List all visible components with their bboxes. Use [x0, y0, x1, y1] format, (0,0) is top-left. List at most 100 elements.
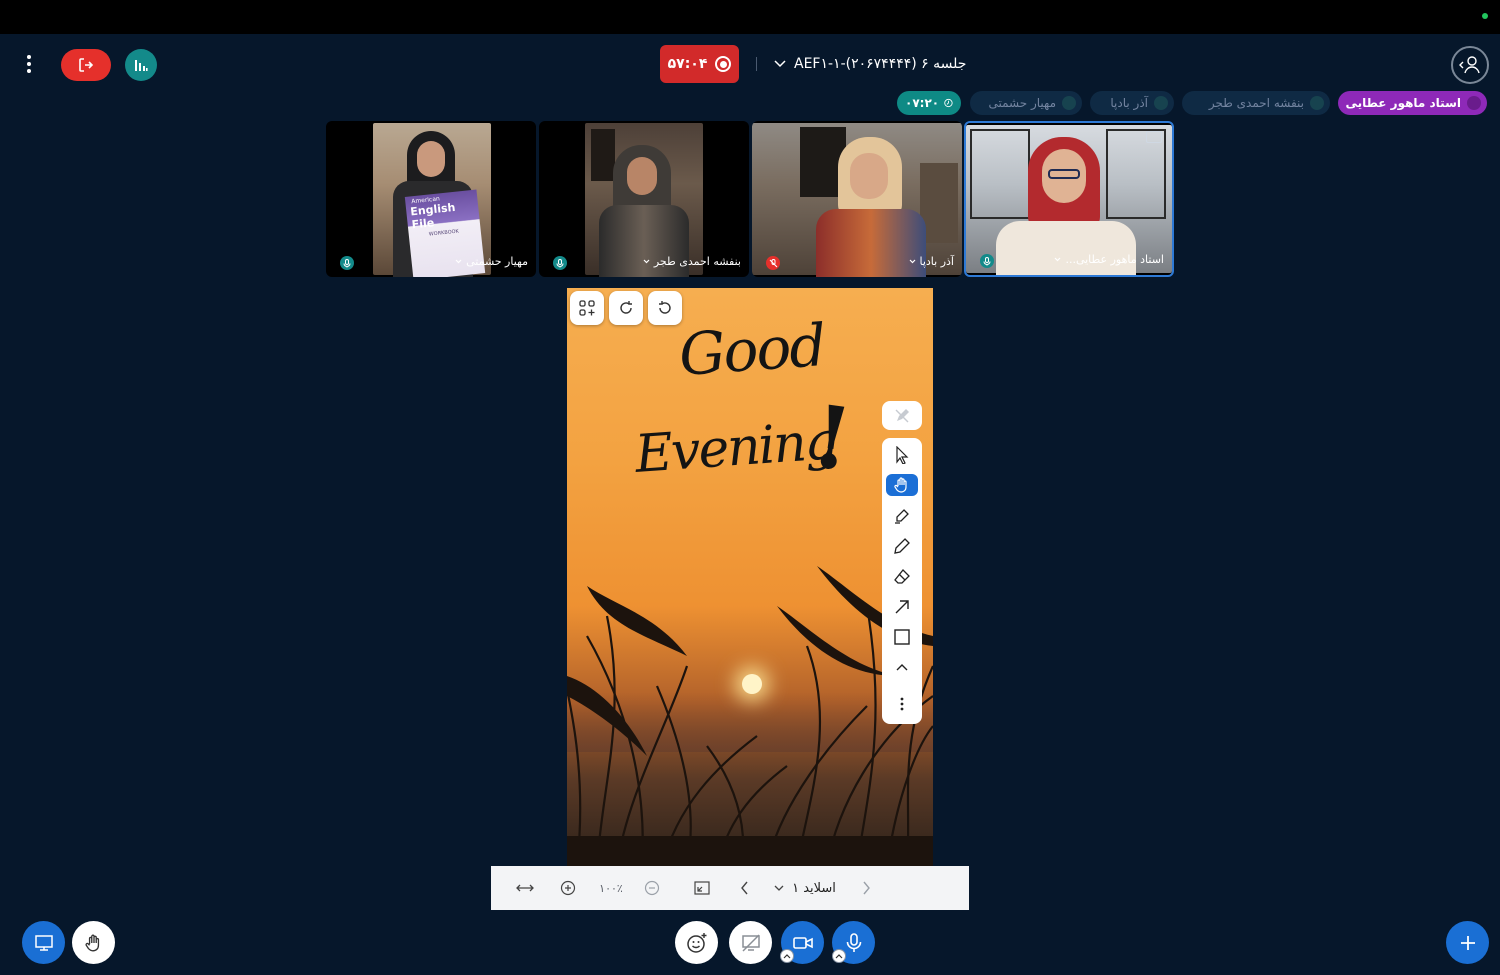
stats-button[interactable] — [125, 49, 157, 81]
glasses — [1048, 169, 1080, 179]
person-body — [996, 221, 1136, 275]
chevron-down-icon — [455, 259, 462, 264]
video-feed — [966, 125, 1172, 275]
fit-width-icon — [516, 884, 534, 892]
audio-options-toggle[interactable] — [832, 949, 846, 963]
pencil-icon — [894, 538, 910, 555]
leave-meeting-button[interactable] — [61, 49, 111, 81]
mic-muted-icon — [766, 256, 780, 270]
mic-icon — [340, 256, 354, 270]
breakout-timer[interactable]: ۰۷:۲۰ — [897, 91, 961, 115]
fit-width-button[interactable] — [513, 866, 537, 910]
undo-button[interactable] — [648, 291, 682, 325]
timer-value: ۰۷:۲۰ — [905, 96, 940, 110]
video-tile[interactable]: بنفشه احمدی طجر — [539, 121, 749, 277]
participant-chip[interactable]: مهیار حشمتی — [970, 91, 1082, 115]
recording-indicator[interactable]: ۵۷:۰۴ — [660, 45, 739, 83]
chevron-up-icon — [896, 664, 908, 671]
participant-chip[interactable]: استاد ماهور عطایی — [1338, 91, 1487, 115]
screen-share-off-icon — [741, 933, 760, 952]
slide-selector[interactable]: اسلاید ۱ — [765, 866, 845, 910]
participant-chip[interactable]: بنفشه احمدی طجر — [1182, 91, 1330, 115]
select-tool[interactable] — [886, 444, 918, 466]
current-slide-label: اسلاید ۱ — [792, 880, 836, 896]
video-camera-icon — [792, 936, 813, 949]
apps-button[interactable] — [570, 291, 604, 325]
redo-button[interactable] — [609, 291, 643, 325]
more-tools-toggle[interactable] — [886, 657, 918, 679]
video-tile[interactable]: آذر بادپا — [752, 121, 962, 277]
presentation-button[interactable] — [22, 921, 65, 964]
arrow-tool[interactable] — [886, 596, 918, 618]
participants-bar: استاد ماهور عطایی بنفشه احمدی طجر آذر با… — [895, 91, 1487, 115]
vertical-dots-icon — [900, 697, 904, 711]
participant-name: بنفشه احمدی طجر — [653, 255, 741, 268]
participant-name: مهیار حشمتی — [466, 255, 528, 268]
clock-icon — [944, 98, 953, 108]
chevron-down-icon — [774, 60, 786, 68]
session-title-dropdown[interactable]: جلسه ۶ (۲۰۶۷۴۴۴۴)-AEF۱-۱ — [774, 52, 966, 76]
toolbar-options[interactable] — [886, 693, 918, 715]
person-face — [850, 153, 888, 199]
raise-hand-button[interactable] — [72, 921, 115, 964]
hide-presentation-button[interactable] — [691, 866, 713, 910]
video-tile-name: مهیار حشمتی — [455, 255, 528, 268]
video-tile-active-speaker[interactable]: استاد ماهور عطایی... — [964, 121, 1174, 277]
arrow-icon — [895, 600, 909, 614]
window-top-strip — [0, 0, 1500, 34]
presentation-slide[interactable]: Good Evening ! — [567, 288, 933, 866]
rectangle-tool[interactable] — [886, 626, 918, 648]
chevron-down-icon — [643, 259, 650, 264]
chevron-up-icon — [835, 953, 843, 958]
camera-options-toggle[interactable] — [780, 949, 794, 963]
screen-share-button[interactable] — [729, 921, 772, 964]
previous-slide-button[interactable] — [855, 866, 877, 910]
zoom-out-button[interactable] — [641, 866, 663, 910]
hand-tool[interactable] — [886, 474, 918, 497]
user-list-toggle[interactable] — [1451, 46, 1489, 84]
drawing-toolbar — [882, 438, 922, 724]
multi-user-whiteboard-toggle[interactable] — [882, 401, 922, 430]
more-options-icon[interactable] — [18, 50, 40, 78]
pen-off-icon — [895, 408, 909, 422]
marker-tool[interactable] — [886, 505, 918, 527]
chevron-right-icon — [862, 881, 870, 895]
next-slide-button[interactable] — [733, 866, 755, 910]
header-bar: ۵۷:۰۴ جلسه ۶ (۲۰۶۷۴۴۴۴)-AEF۱-۱ — [0, 34, 1500, 94]
chevron-left-icon — [740, 881, 748, 895]
slide-navigation-bar: ۱۰۰٪ اسلاید ۱ — [491, 866, 969, 910]
book-title: English File — [409, 200, 456, 232]
pencil-tool[interactable] — [886, 535, 918, 557]
book-subtitle: WORKBOOK — [428, 228, 460, 238]
actions-button[interactable] — [1446, 921, 1489, 964]
menu-board — [591, 129, 615, 181]
video-tile-name: بنفشه احمدی طجر — [643, 255, 741, 268]
video-feed: American English File WORKBOOK — [373, 123, 491, 277]
undo-icon — [659, 301, 671, 314]
plus-icon — [1460, 935, 1475, 950]
zoom-in-button[interactable] — [557, 866, 579, 910]
participant-chip-label: استاد ماهور عطایی — [1345, 96, 1461, 110]
microphone-icon — [846, 932, 861, 952]
reactions-button[interactable] — [675, 921, 718, 964]
recording-time: ۵۷:۰۴ — [667, 56, 708, 72]
mic-icon — [1310, 96, 1324, 110]
divider — [756, 57, 757, 71]
person-face — [627, 157, 657, 195]
mic-icon — [553, 256, 567, 270]
mic-icon — [1467, 96, 1481, 110]
pin-icon[interactable] — [1146, 131, 1162, 143]
video-feed — [585, 123, 703, 277]
eraser-tool[interactable] — [886, 566, 918, 588]
video-tile[interactable]: American English File WORKBOOK مهیار حشم… — [326, 121, 536, 277]
bar-chart-icon — [135, 60, 148, 71]
zoom-in-icon — [560, 880, 576, 896]
mic-icon — [980, 254, 994, 268]
session-title: جلسه ۶ (۲۰۶۷۴۴۴۴)-AEF۱-۱ — [794, 56, 967, 72]
participant-chip-label: مهیار حشمتی — [988, 96, 1056, 110]
redo-icon — [620, 301, 632, 314]
slide-action-buttons — [570, 291, 682, 325]
zoom-level: ۱۰۰٪ — [599, 881, 623, 895]
participant-chip[interactable]: آذر بادپا — [1090, 91, 1174, 115]
grid-plus-icon — [579, 300, 595, 316]
